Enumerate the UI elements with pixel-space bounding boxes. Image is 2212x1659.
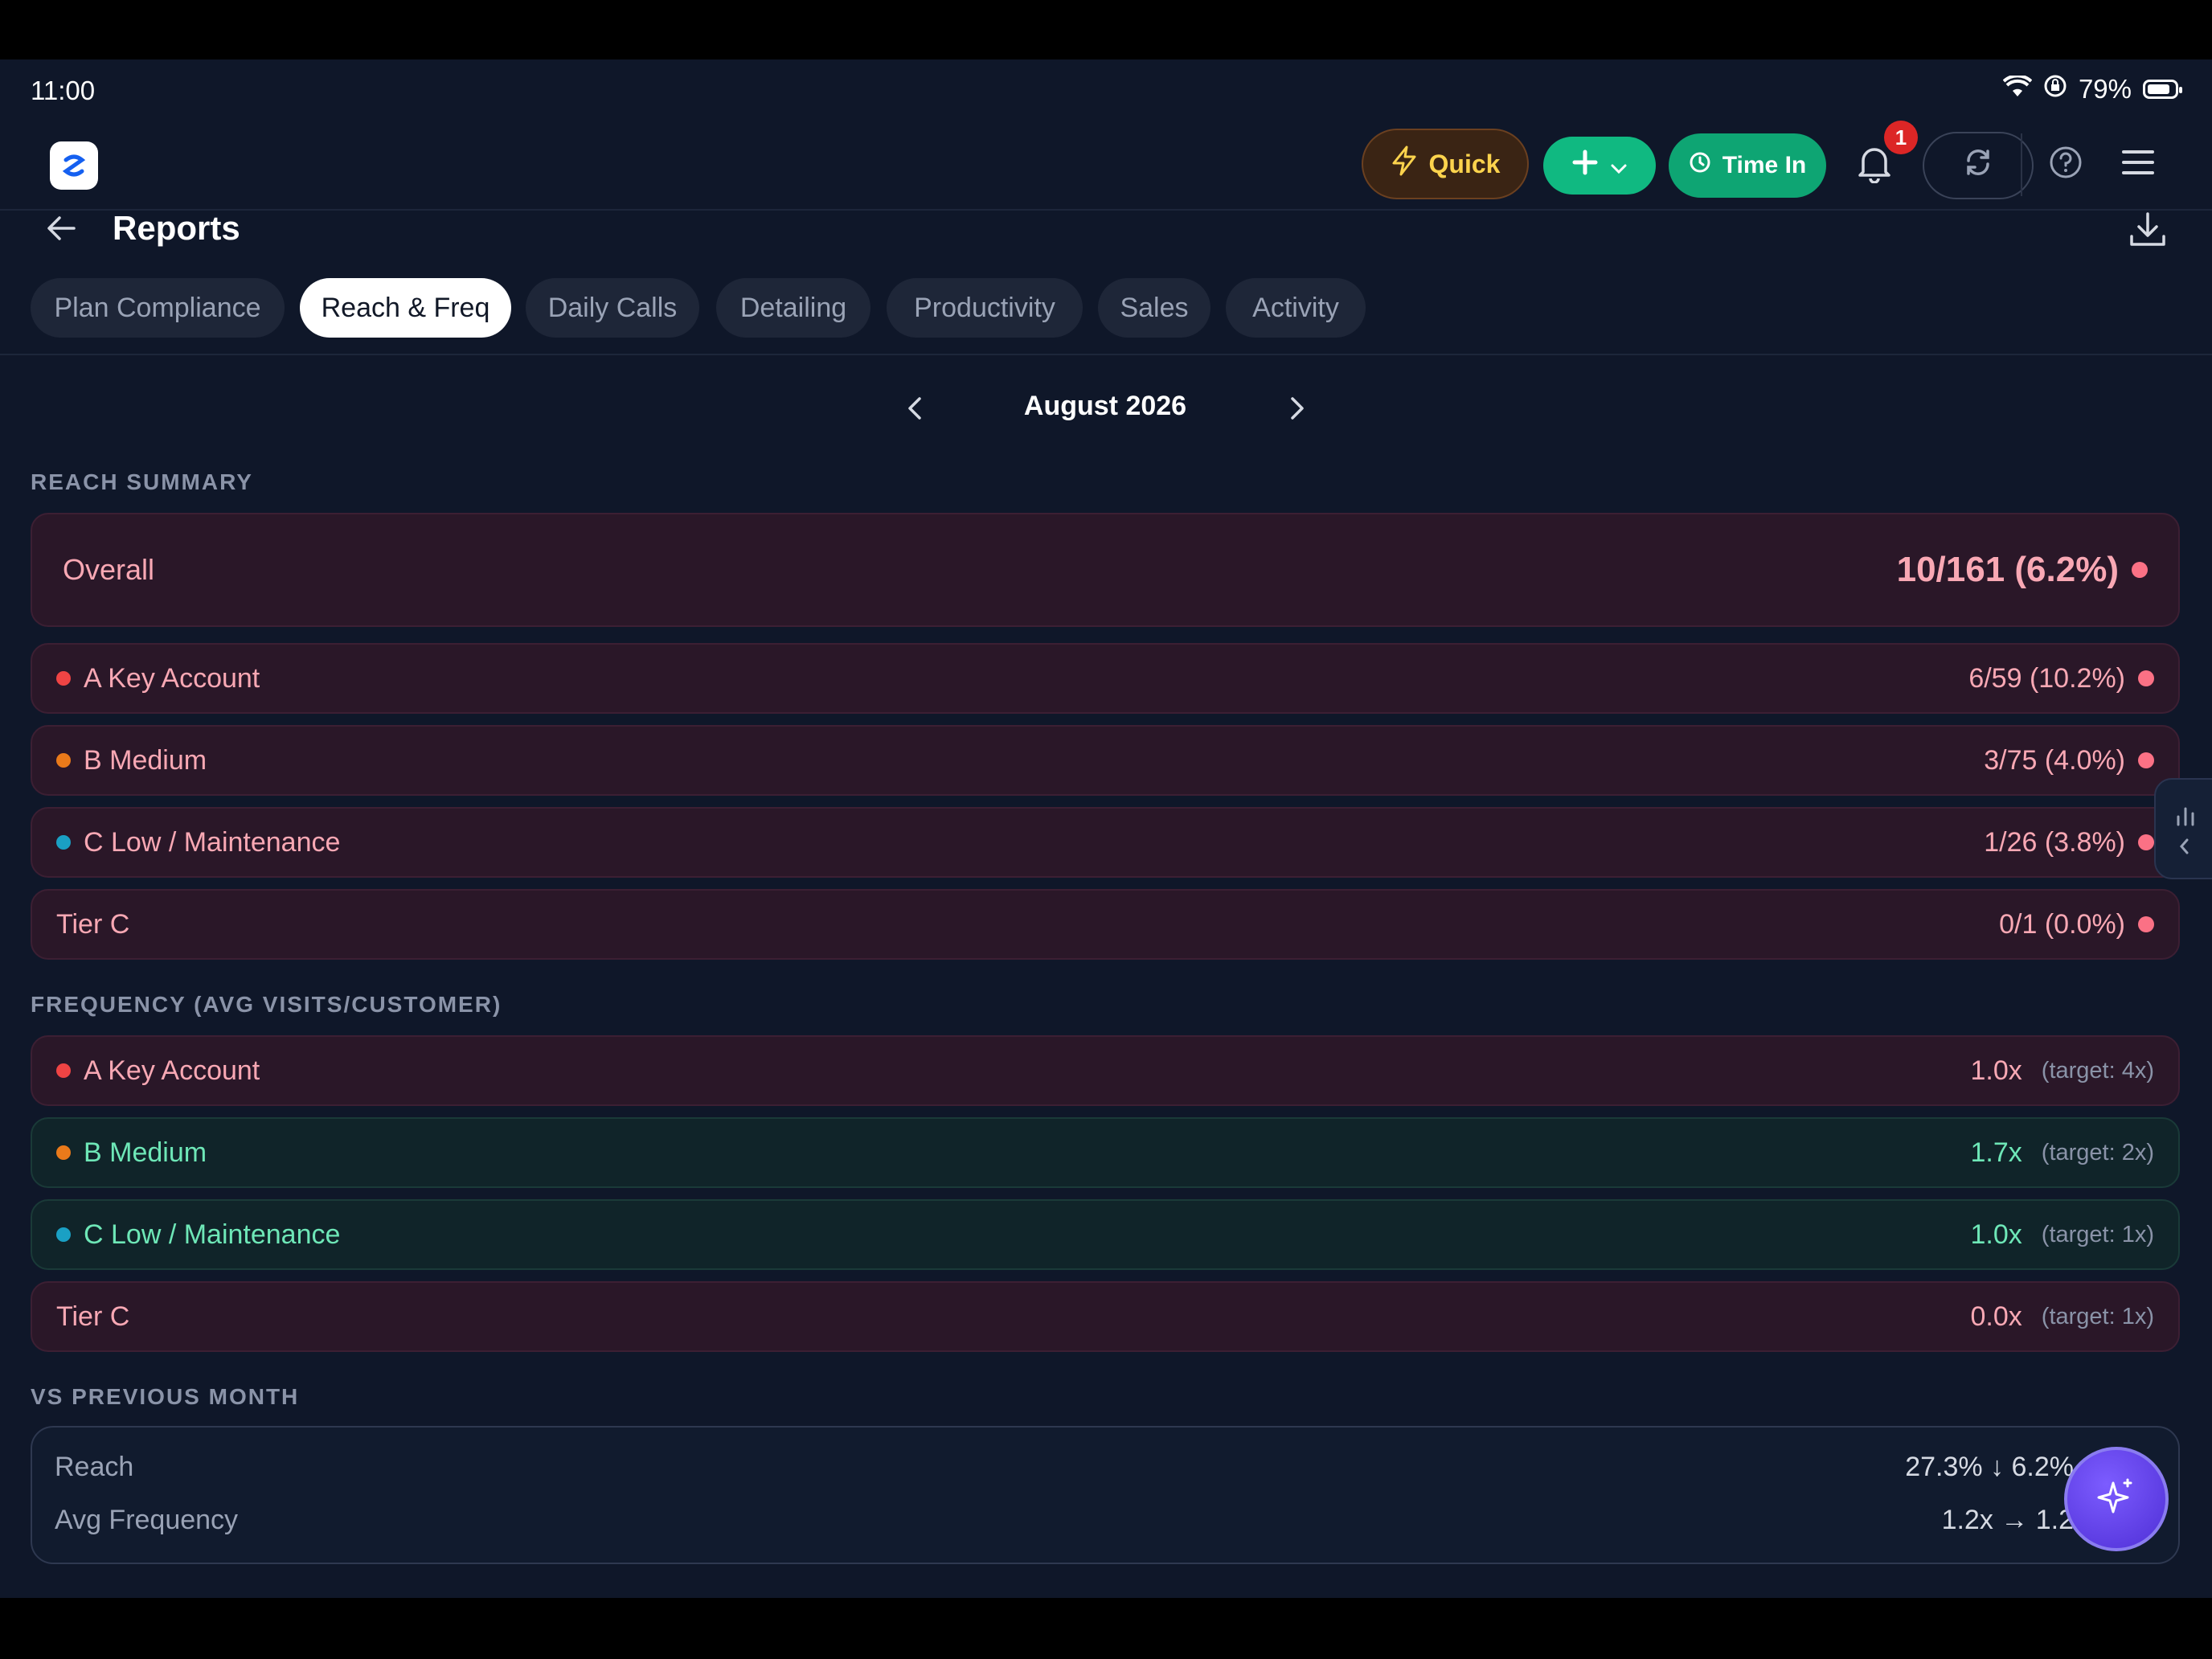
status-dot <box>2138 916 2154 932</box>
status-icons: 79% <box>2002 74 2182 104</box>
tabs-divider <box>0 354 2212 355</box>
status-time: 11:00 <box>31 76 96 105</box>
reach-compare-value: 27.3% ↓ 6.2% <box>1905 1452 2074 1482</box>
freq-row-tier-c: Tier C 0.0x (target: 1x) <box>31 1281 2180 1352</box>
reach-overall-row: Overall 10/161 (6.2%) <box>31 513 2180 627</box>
tab-daily-calls[interactable]: Daily Calls <box>526 278 699 338</box>
status-dot <box>2132 562 2148 578</box>
sync-button[interactable] <box>1923 132 2034 199</box>
tier-dot-a <box>56 671 71 686</box>
header-divider-vertical <box>2021 133 2022 196</box>
app-logo[interactable] <box>50 141 98 190</box>
vs-previous-card: Reach 27.3% ↓ 6.2% Avg Frequency 1.2x → … <box>31 1426 2180 1564</box>
question-circle-icon <box>2048 145 2083 186</box>
tab-productivity[interactable]: Productivity <box>887 278 1083 338</box>
tab-detailing[interactable]: Detailing <box>716 278 870 338</box>
help-button[interactable] <box>2042 141 2090 190</box>
tab-sales[interactable]: Sales <box>1098 278 1210 338</box>
bar-chart-icon <box>2173 804 2198 832</box>
freq-row-target: (target: 1x) <box>2041 1303 2154 1329</box>
tier-dot-a <box>56 1063 71 1078</box>
freq-row-a-key-account: A Key Account 1.0x (target: 4x) <box>31 1035 2180 1106</box>
lightning-icon <box>1391 145 1418 182</box>
freq-row-c-low: C Low / Maintenance 1.0x (target: 1x) <box>31 1199 2180 1270</box>
reach-row-label: Tier C <box>56 908 130 940</box>
freq-row-target: (target: 1x) <box>2041 1221 2154 1247</box>
freq-row-target: (target: 4x) <box>2041 1057 2154 1083</box>
chevron-right-icon <box>1278 397 1317 431</box>
freq-row-value: 1.0x <box>1970 1055 2022 1086</box>
chevron-left-icon <box>2175 836 2194 861</box>
download-button[interactable] <box>2125 207 2170 252</box>
reach-overall-label: Overall <box>63 553 155 586</box>
notification-badge: 1 <box>1884 121 1918 154</box>
orientation-lock-icon <box>2043 74 2067 104</box>
refresh-icon <box>1962 146 1994 185</box>
reach-row-b-medium: B Medium 3/75 (4.0%) <box>31 725 2180 796</box>
tab-activity[interactable]: Activity <box>1226 278 1366 338</box>
reach-row-label: A Key Account <box>84 662 260 694</box>
reach-overall-value: 10/161 (6.2%) <box>1896 550 2119 589</box>
sparkle-icon <box>2094 1475 2139 1524</box>
freq-row-label: Tier C <box>56 1301 130 1332</box>
freq-row-value: 1.0x <box>1970 1219 2022 1250</box>
reach-row-value: 6/59 (10.2%) <box>1968 662 2125 694</box>
tier-dot-b <box>56 1145 71 1160</box>
reach-row-label: C Low / Maintenance <box>84 826 341 858</box>
quick-label: Quick <box>1428 149 1501 178</box>
next-month-button[interactable] <box>1278 389 1317 428</box>
month-label: August 2026 <box>1023 391 1187 421</box>
reach-row-c-low: C Low / Maintenance 1/26 (3.8%) <box>31 807 2180 878</box>
freq-row-value: 1.7x <box>1970 1137 2022 1168</box>
freq-row-label: C Low / Maintenance <box>84 1219 341 1250</box>
reach-row-value: 3/75 (4.0%) <box>1984 744 2125 776</box>
previous-month-button[interactable] <box>895 389 934 428</box>
freq-row-label: B Medium <box>84 1137 207 1168</box>
frequency-heading: FREQUENCY (AVG VISITS/CUSTOMER) <box>31 992 502 1017</box>
add-menu-button[interactable] <box>1543 137 1656 195</box>
battery-icon <box>2143 80 2182 99</box>
battery-percent: 79% <box>2078 74 2132 104</box>
clock-icon <box>1689 151 1711 180</box>
ai-assistant-button[interactable] <box>2064 1447 2169 1551</box>
status-dot <box>2138 670 2154 686</box>
back-button[interactable] <box>40 207 82 249</box>
avg-frequency-compare-label: Avg Frequency <box>55 1505 239 1535</box>
avg-frequency-compare-value: 1.2x → 1.2 <box>1941 1505 2074 1535</box>
tier-dot-b <box>56 753 71 768</box>
freq-row-target: (target: 2x) <box>2041 1139 2154 1165</box>
tier-dot-c <box>56 835 71 850</box>
vs-previous-heading: VS PREVIOUS MONTH <box>31 1384 300 1409</box>
tab-reach-freq[interactable]: Reach & Freq <box>300 278 511 338</box>
chevron-down-icon <box>1610 151 1628 181</box>
wifi-icon <box>2002 74 2033 104</box>
freq-row-label: A Key Account <box>84 1055 260 1086</box>
chevron-left-icon <box>895 397 934 431</box>
reach-row-label: B Medium <box>84 744 207 776</box>
hamburger-icon <box>2120 148 2156 183</box>
plus-icon <box>1571 149 1599 182</box>
reach-row-value: 1/26 (3.8%) <box>1984 826 2125 858</box>
time-in-label: Time In <box>1722 152 1807 178</box>
status-dot <box>2138 834 2154 850</box>
menu-button[interactable] <box>2114 141 2162 190</box>
freq-row-b-medium: B Medium 1.7x (target: 2x) <box>31 1117 2180 1188</box>
reach-row-tier-c: Tier C 0/1 (0.0%) <box>31 889 2180 960</box>
header-divider <box>0 209 2212 211</box>
quick-button[interactable]: Quick <box>1362 129 1529 199</box>
time-in-button[interactable]: Time In <box>1669 133 1826 198</box>
tier-dot-c <box>56 1227 71 1242</box>
reach-compare-label: Reach <box>55 1452 134 1482</box>
arrow-left-icon <box>40 216 82 252</box>
download-icon <box>2125 212 2170 256</box>
reach-row-value: 0/1 (0.0%) <box>1999 908 2125 940</box>
freq-row-value: 0.0x <box>1970 1301 2022 1332</box>
side-panel-toggle[interactable] <box>2154 778 2212 879</box>
reach-summary-heading: REACH SUMMARY <box>31 469 253 494</box>
tab-plan-compliance[interactable]: Plan Compliance <box>31 278 285 338</box>
reach-row-a-key-account: A Key Account 6/59 (10.2%) <box>31 643 2180 714</box>
page-title: Reports <box>113 209 240 247</box>
status-dot <box>2138 752 2154 768</box>
